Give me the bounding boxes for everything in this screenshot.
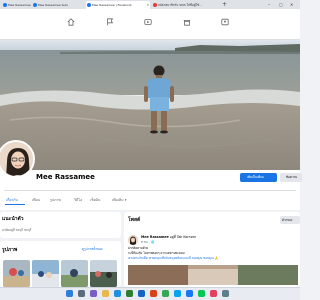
video-icon[interactable]	[139, 15, 157, 29]
tab-about[interactable]: เกี่ยวกับ	[6, 197, 18, 203]
store-icon[interactable]	[174, 290, 181, 297]
filter-button[interactable]: ตัวกรอง	[280, 216, 300, 224]
camera-icon[interactable]	[210, 290, 217, 297]
photo-thumbnail[interactable]	[32, 260, 59, 287]
post-author-name[interactable]: Mee Rassamee	[141, 235, 169, 239]
active-tab-indicator	[5, 204, 25, 205]
browser-tab-4[interactable]: สมัครสมาชิกรับ SMS ใส่ชื่อผู้ใช้...	[152, 1, 220, 9]
post-image[interactable]	[128, 265, 298, 285]
search-icon[interactable]	[78, 290, 85, 297]
facebook-favicon-icon	[3, 3, 7, 7]
marketplace-icon[interactable]	[178, 15, 196, 29]
powerpoint-icon[interactable]	[150, 290, 157, 297]
facebook-app-icon[interactable]	[186, 290, 193, 297]
site-favicon-icon	[153, 3, 157, 7]
profile-tabs	[0, 192, 300, 206]
tab-label: Mee Rassamee	[8, 3, 31, 7]
tab-videos[interactable]: วิดีโอ	[74, 197, 82, 203]
see-all-photos-link[interactable]: ดูรูปภาพทั้งหมด	[82, 247, 102, 252]
post-location: อยู่ที่ Tak Kornorn	[169, 235, 197, 239]
tab-friends[interactable]: เพื่อน	[32, 197, 40, 203]
message-label: ข้อความ	[286, 175, 298, 179]
post-timestamp[interactable]: 8 ชม. · 🌐	[141, 240, 154, 245]
browser-tab-active[interactable]: Mee Rassamee | Facebook ✕	[86, 1, 150, 9]
maximize-button[interactable]: ▢	[279, 0, 283, 9]
post-hashtags[interactable]: #รอยกะลัมเด็ด #ขอบคุณที่สนับสนุนพร้อมแบบ…	[128, 256, 298, 261]
line-icon[interactable]	[198, 290, 205, 297]
facebook-favicon-icon	[33, 3, 37, 7]
filter-label: ตัวกรอง	[282, 218, 293, 222]
close-tab-icon[interactable]: ✕	[146, 1, 149, 9]
chrome-icon[interactable]	[162, 290, 169, 297]
edge-icon[interactable]	[114, 290, 121, 297]
tab-checkins[interactable]: เช็คอิน	[90, 197, 100, 203]
photo-thumbnail[interactable]	[3, 260, 30, 287]
new-tab-button[interactable]: +	[222, 1, 227, 8]
flag-icon[interactable]	[101, 15, 119, 29]
add-friend-button[interactable]: เพิ่มเป็นเพื่อน	[240, 173, 277, 182]
close-window-button[interactable]: ✕	[290, 0, 293, 9]
tab-label: สมัครสมาชิกรับ SMS ใส่ชื่อผู้ใช้...	[158, 3, 202, 7]
intro-title: แนะนำตัว	[2, 216, 24, 222]
browser-tab-1[interactable]: Mee Rassamee	[2, 1, 32, 9]
tab-label: Mee Rassamee Suki	[38, 3, 68, 7]
post-author-avatar[interactable]	[128, 235, 138, 245]
settings-icon[interactable]	[222, 290, 229, 297]
profile-name: Mee Rassamee	[36, 173, 95, 181]
photo-thumbnail[interactable]	[90, 260, 117, 287]
tab-label: Mee Rassamee | Facebook	[92, 3, 132, 7]
posts-title: โพสต์	[128, 217, 141, 223]
groups-icon[interactable]	[216, 15, 234, 29]
task-view-icon[interactable]	[90, 290, 97, 297]
facebook-favicon-icon	[87, 3, 91, 7]
photos-title: รูปภาพ	[2, 247, 18, 253]
tab-more[interactable]: เพิ่มเติม ▾	[112, 197, 126, 203]
message-button[interactable]: ข้อความ	[280, 173, 302, 182]
minimize-button[interactable]: –	[268, 0, 270, 9]
word-icon[interactable]	[138, 290, 145, 297]
start-icon[interactable]	[66, 290, 73, 297]
browser-tab-2[interactable]: Mee Rassamee Suki	[32, 1, 84, 9]
intro-detail: อาศัยอยู่ที่ ชลบุรี ชลบุรี	[2, 228, 32, 232]
photo-thumbnail[interactable]	[61, 260, 88, 287]
profile-divider	[4, 190, 296, 191]
home-icon[interactable]	[62, 15, 80, 29]
add-friend-label: เพิ่มเป็นเพื่อน	[247, 175, 264, 179]
tab-photos[interactable]: รูปภาพ	[50, 197, 61, 203]
browser-tab-strip: Mee Rassamee Mee Rassamee Suki Mee Rassa…	[0, 0, 300, 9]
cover-photo[interactable]	[0, 40, 300, 170]
excel-icon[interactable]	[126, 290, 133, 297]
file-explorer-icon[interactable]	[102, 290, 109, 297]
